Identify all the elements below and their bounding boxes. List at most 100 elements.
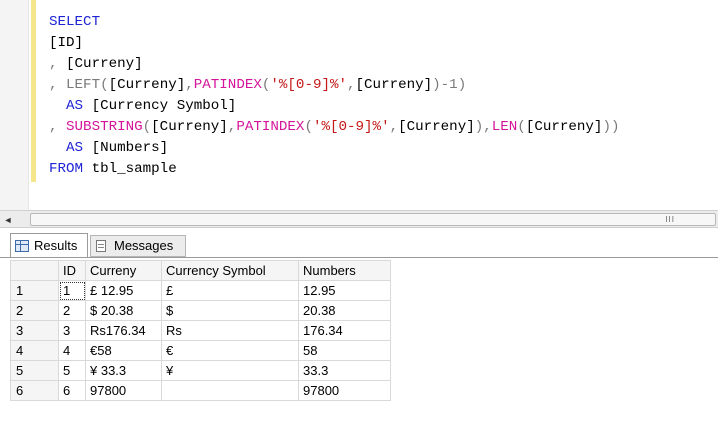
- code-token: ): [457, 77, 467, 93]
- tab-messages[interactable]: Messages: [90, 235, 186, 257]
- code-line[interactable]: AS [Currency Symbol]: [49, 96, 619, 117]
- grid-cell[interactable]: 176.34: [298, 320, 391, 341]
- grid-cell[interactable]: 3: [58, 320, 86, 341]
- code-token: '%[0-9]%': [270, 77, 348, 93]
- grid-cell[interactable]: £ 12.95: [85, 280, 162, 301]
- code-token: AS: [66, 140, 84, 156]
- horizontal-scrollbar[interactable]: ◄ III: [0, 210, 718, 228]
- grid-cell[interactable]: 97800: [85, 380, 162, 401]
- grid-cell[interactable]: 6: [58, 380, 86, 401]
- code-token: SUBSTRING: [66, 119, 143, 135]
- row-number[interactable]: 3: [10, 320, 59, 341]
- grid-cell[interactable]: 4: [58, 340, 86, 361]
- scroll-left-arrow-icon[interactable]: ◄: [2, 214, 14, 226]
- grid-cell[interactable]: 12.95: [298, 280, 391, 301]
- results-grid[interactable]: ID Curreny Currency Symbol Numbers 1 1 £ 12.9…: [10, 260, 391, 401]
- column-header[interactable]: Numbers: [298, 260, 391, 281]
- code-token: [ID]: [49, 35, 84, 51]
- code-token: ): [432, 77, 441, 93]
- scrollbar-grip-icon: III: [665, 215, 675, 224]
- code-token: ,: [49, 77, 67, 93]
- editor-gutter: [0, 0, 29, 210]
- code-token: AS: [66, 98, 84, 114]
- grid-cell[interactable]: £: [161, 280, 299, 301]
- grid-header-row: ID Curreny Currency Symbol Numbers: [10, 260, 391, 281]
- grid-cell[interactable]: 33.3: [298, 360, 391, 381]
- code-token: ): [474, 119, 484, 135]
- table-row[interactable]: 1 1 £ 12.95 £12.95: [10, 280, 391, 301]
- tab-messages-label: Messages: [114, 238, 174, 253]
- code-token: [Currency Symbol]: [83, 98, 237, 114]
- row-number[interactable]: 4: [10, 340, 59, 361]
- query-editor[interactable]: SELECT [ID], [Curreny], LEFT([Curreny],PA…: [0, 0, 718, 210]
- messages-icon: [95, 239, 109, 253]
- code-token: [Curreny]: [66, 56, 143, 72]
- grid-cell[interactable]: $: [161, 300, 299, 321]
- code-line[interactable]: , [Curreny]: [49, 54, 619, 75]
- code-token: (: [304, 119, 313, 135]
- grid-cell[interactable]: 5: [58, 360, 86, 381]
- code-line[interactable]: SELECT: [49, 12, 619, 33]
- code-token: ,: [185, 77, 194, 93]
- grid-cell[interactable]: 1: [58, 280, 86, 301]
- grid-cell[interactable]: ¥: [161, 360, 299, 381]
- table-row[interactable]: 4 4 €58 €58: [10, 340, 391, 361]
- sql-code[interactable]: SELECT [ID], [Curreny], LEFT([Curreny],PA…: [49, 12, 619, 180]
- row-number[interactable]: 1: [10, 280, 59, 301]
- code-token: ,: [49, 119, 67, 135]
- grid-cell[interactable]: ¥ 33.3: [85, 360, 162, 381]
- code-token: [Curreny]: [398, 119, 475, 135]
- grid-corner[interactable]: [10, 260, 59, 281]
- grid-cell[interactable]: €: [161, 340, 299, 361]
- code-line[interactable]: , LEFT([Curreny],PATINDEX('%[0-9]%',[Cur…: [49, 75, 619, 96]
- table-row[interactable]: 5 5 ¥ 33.3 ¥33.3: [10, 360, 391, 381]
- grid-cell[interactable]: $ 20.38: [85, 300, 162, 321]
- grid-cell[interactable]: 20.38: [298, 300, 391, 321]
- code-token: FROM: [49, 161, 84, 177]
- table-row[interactable]: 3 3 Rs176.34 Rs 176.34: [10, 320, 391, 341]
- grid-cell[interactable]: Rs: [161, 320, 299, 341]
- row-number[interactable]: 2: [10, 300, 59, 321]
- grid-cell[interactable]: [161, 380, 299, 401]
- code-token: PATINDEX: [236, 119, 305, 135]
- table-row[interactable]: 2 2 $ 20.38 $20.38: [10, 300, 391, 321]
- code-token: LEFT: [66, 77, 101, 93]
- code-token: ,: [483, 119, 492, 135]
- code-line[interactable]: AS [Numbers]: [49, 138, 619, 159]
- code-token: [Curreny]: [355, 77, 433, 93]
- tab-results[interactable]: Results: [10, 233, 88, 257]
- scrollbar-thumb[interactable]: III: [30, 213, 716, 226]
- code-token: [Curreny]: [108, 77, 186, 93]
- code-token: LEN: [491, 119, 518, 135]
- code-token: ,: [389, 119, 399, 135]
- tab-results-label: Results: [34, 237, 78, 253]
- grid-cell[interactable]: 2: [58, 300, 86, 321]
- code-token: [Numbers]: [83, 140, 169, 156]
- code-line[interactable]: [ID]: [49, 33, 619, 54]
- code-token: -1: [440, 77, 458, 93]
- code-token: (: [142, 119, 152, 135]
- grid-icon: [15, 239, 29, 252]
- column-header[interactable]: Currency Symbol: [161, 260, 299, 281]
- code-line[interactable]: FROM tbl_sample: [49, 159, 619, 180]
- change-tracking-bar: [31, 0, 36, 182]
- grid-cell[interactable]: €58: [85, 340, 162, 361]
- row-number[interactable]: 5: [10, 360, 59, 381]
- column-header[interactable]: Curreny: [85, 260, 162, 281]
- table-row[interactable]: 6 6 97800 97800: [10, 380, 391, 401]
- code-token: )): [602, 119, 620, 135]
- code-token: tbl_sample: [83, 161, 177, 177]
- code-token: [Curreny]: [151, 119, 228, 135]
- row-number[interactable]: 6: [10, 380, 59, 401]
- code-line[interactable]: , SUBSTRING([Curreny],PATINDEX('%[0-9]%'…: [49, 117, 619, 138]
- results-tabbar: Results Messages: [0, 228, 718, 258]
- tab-divider: [0, 257, 718, 258]
- code-token: '%[0-9]%': [312, 119, 390, 135]
- column-header[interactable]: ID: [58, 260, 86, 281]
- code-token: PATINDEX: [193, 77, 262, 93]
- code-token: ,: [347, 77, 356, 93]
- grid-cell[interactable]: 58: [298, 340, 391, 361]
- code-token: [Curreny]: [525, 119, 603, 135]
- grid-cell[interactable]: Rs176.34: [85, 320, 162, 341]
- grid-cell[interactable]: 97800: [298, 380, 391, 401]
